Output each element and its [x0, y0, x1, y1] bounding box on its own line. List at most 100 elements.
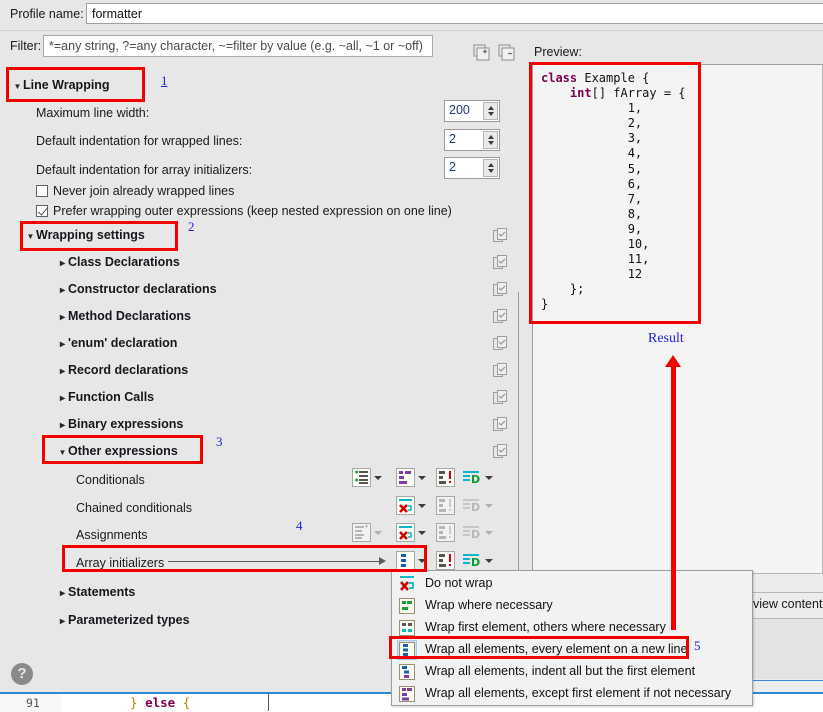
checkbox-prefer-wrapping-outer-label: Prefer wrapping outer expressions (keep … — [53, 204, 452, 218]
row-chained-conditionals-label[interactable]: Chained conditionals — [76, 501, 192, 515]
preview-code-box[interactable]: class Example { int[] fArray = { 1, 2, 3… — [532, 64, 823, 585]
editor-line-number: 91 — [26, 696, 40, 710]
array-initializers-force-split-icon[interactable] — [436, 551, 455, 570]
chained-conditionals-default-dropdown-caret[interactable] — [483, 496, 494, 515]
tree-node-method-declarations[interactable]: Method Declarations — [57, 309, 191, 323]
indent-array-init-stepper[interactable]: 2 — [444, 157, 500, 179]
multi-settings-icon[interactable] — [493, 417, 508, 432]
conditionals-wrap-indent-icon[interactable] — [352, 468, 371, 487]
wrap-where-necessary-icon — [398, 597, 416, 615]
tree-node-class-declarations[interactable]: Class Declarations — [57, 255, 180, 269]
tree-node-label: Other expressions — [68, 444, 178, 458]
assignments-do-not-wrap-icon[interactable] — [396, 523, 415, 542]
checkbox-never-join[interactable]: Never join already wrapped lines — [36, 184, 234, 198]
conditionals-default-icon[interactable]: D — [461, 468, 480, 487]
tree-node-constructor-declarations[interactable]: Constructor declarations — [57, 282, 217, 296]
conditionals-force-split-icon[interactable] — [436, 468, 455, 487]
tree-node-label: Record declarations — [68, 363, 189, 377]
multi-settings-icon[interactable] — [493, 255, 508, 270]
chevron-down-icon — [57, 447, 68, 457]
menu-item-label: Wrap all elements, every element on a ne… — [425, 642, 688, 656]
max-line-width-stepper[interactable]: 200 — [444, 100, 500, 122]
panel-accent-line — [745, 680, 823, 681]
assignments-force-split-icon[interactable] — [436, 523, 455, 542]
multi-settings-icon[interactable] — [493, 309, 508, 324]
menu-item-do-not-wrap[interactable]: Do not wrap — [392, 573, 752, 595]
chained-conditionals-dropdown-caret[interactable] — [416, 496, 427, 515]
array-initializers-default-icon[interactable]: D — [461, 551, 480, 570]
preview-pane: Preview: class Example { int[] fArray = … — [529, 40, 823, 585]
chained-conditionals-force-split-icon[interactable] — [436, 496, 455, 515]
filter-label: Filter: — [10, 39, 42, 53]
assignments-default-icon[interactable]: D — [461, 523, 480, 542]
preview-code: class Example { int[] fArray = { 1, 2, 3… — [541, 71, 686, 312]
assignments-indent-dropdown-caret[interactable] — [372, 523, 383, 542]
indent-wrapped-lines-label: Default indentation for wrapped lines: — [36, 134, 243, 148]
group-wrapping-settings[interactable]: Wrapping settings — [25, 228, 145, 242]
tree-node-record-declarations[interactable]: Record declarations — [57, 363, 188, 377]
svg-text:D: D — [471, 473, 480, 486]
tree-node-statements[interactable]: Statements — [57, 585, 135, 599]
annotation-number-5: 5 — [694, 638, 701, 653]
group-line-wrapping[interactable]: Line Wrapping — [12, 78, 110, 92]
tree-node-binary-expressions[interactable]: Binary expressions — [57, 417, 183, 431]
spinner-buttons[interactable] — [483, 131, 498, 149]
indent-array-init-value: 2 — [449, 160, 456, 174]
annotation-number-1: 1 — [161, 73, 168, 88]
multi-settings-icon[interactable] — [493, 282, 508, 297]
multi-settings-icon[interactable] — [493, 390, 508, 405]
tree-node-enum-declaration[interactable]: 'enum' declaration — [57, 336, 177, 350]
tree-node-label: Binary expressions — [68, 417, 184, 431]
assignments-default-dropdown-caret[interactable] — [483, 523, 494, 542]
row-conditionals-label[interactable]: Conditionals — [76, 473, 145, 487]
pointer-arrowhead — [379, 557, 386, 565]
conditionals-wrap-dropdown-caret[interactable] — [372, 468, 383, 487]
annotation-number-3: 3 — [216, 434, 223, 449]
tree-node-other-expressions[interactable]: Other expressions — [57, 444, 178, 458]
multi-settings-icon[interactable] — [493, 228, 508, 243]
multi-settings-icon[interactable] — [493, 363, 508, 378]
array-initializers-default-dropdown-caret[interactable] — [483, 551, 494, 570]
tree-node-label: Function Calls — [68, 390, 155, 404]
conditionals-default-dropdown-caret[interactable] — [483, 468, 494, 487]
help-icon[interactable]: ? — [11, 663, 33, 685]
tree-node-parameterized-types[interactable]: Parameterized types — [57, 613, 190, 627]
menu-item-wrap-where-necessary[interactable]: Wrap where necessary — [392, 595, 752, 617]
conditionals-style-dropdown-caret[interactable] — [416, 468, 427, 487]
assignments-indent-policy-icon[interactable] — [352, 523, 371, 542]
filter-toolbar — [473, 44, 517, 62]
chained-conditionals-do-not-wrap-icon[interactable] — [396, 496, 415, 515]
chained-conditionals-default-icon[interactable]: D — [461, 496, 480, 515]
chevron-down-icon — [25, 231, 36, 241]
conditionals-style-icon[interactable] — [396, 468, 415, 487]
group-line-wrapping-label: Line Wrapping — [23, 78, 110, 92]
row-array-initializers-label[interactable]: Array initializers — [76, 556, 164, 570]
assignments-style-dropdown-caret[interactable] — [416, 523, 427, 542]
row-assignments-label[interactable]: Assignments — [76, 528, 148, 542]
secondary-preview-label: eview content — [746, 597, 823, 611]
menu-item-wrap-first-element[interactable]: Wrap first element, others where necessa… — [392, 617, 752, 639]
multi-settings-icon[interactable] — [493, 444, 508, 459]
filter-input[interactable] — [43, 35, 433, 57]
spinner-buttons[interactable] — [483, 102, 498, 120]
menu-item-label: Wrap all elements, indent all but the fi… — [425, 664, 696, 678]
annotation-number-2: 2 — [188, 219, 195, 234]
chevron-right-icon — [57, 312, 68, 323]
checkbox-box — [36, 205, 48, 217]
collapse-all-icon[interactable] — [498, 44, 517, 61]
profile-name-input[interactable] — [86, 3, 823, 24]
menu-item-wrap-all-indent[interactable]: Wrap all elements, indent all but the fi… — [392, 661, 752, 683]
chevron-right-icon — [57, 258, 68, 269]
tree-node-function-calls[interactable]: Function Calls — [57, 390, 154, 404]
array-initializers-style-dropdown-caret[interactable] — [416, 551, 427, 570]
tree-node-label: Method Declarations — [68, 309, 191, 323]
multi-settings-icon[interactable] — [493, 336, 508, 351]
array-initializers-style-icon[interactable] — [396, 551, 415, 570]
menu-item-wrap-all-except-first[interactable]: Wrap all elements, except first element … — [392, 683, 752, 705]
indent-wrapped-lines-stepper[interactable]: 2 — [444, 129, 500, 151]
expand-all-icon[interactable] — [473, 44, 492, 61]
chevron-right-icon — [57, 393, 68, 404]
tree-node-label: Constructor declarations — [68, 282, 217, 296]
spinner-buttons[interactable] — [483, 159, 498, 177]
checkbox-prefer-wrapping-outer[interactable]: Prefer wrapping outer expressions (keep … — [36, 204, 452, 218]
